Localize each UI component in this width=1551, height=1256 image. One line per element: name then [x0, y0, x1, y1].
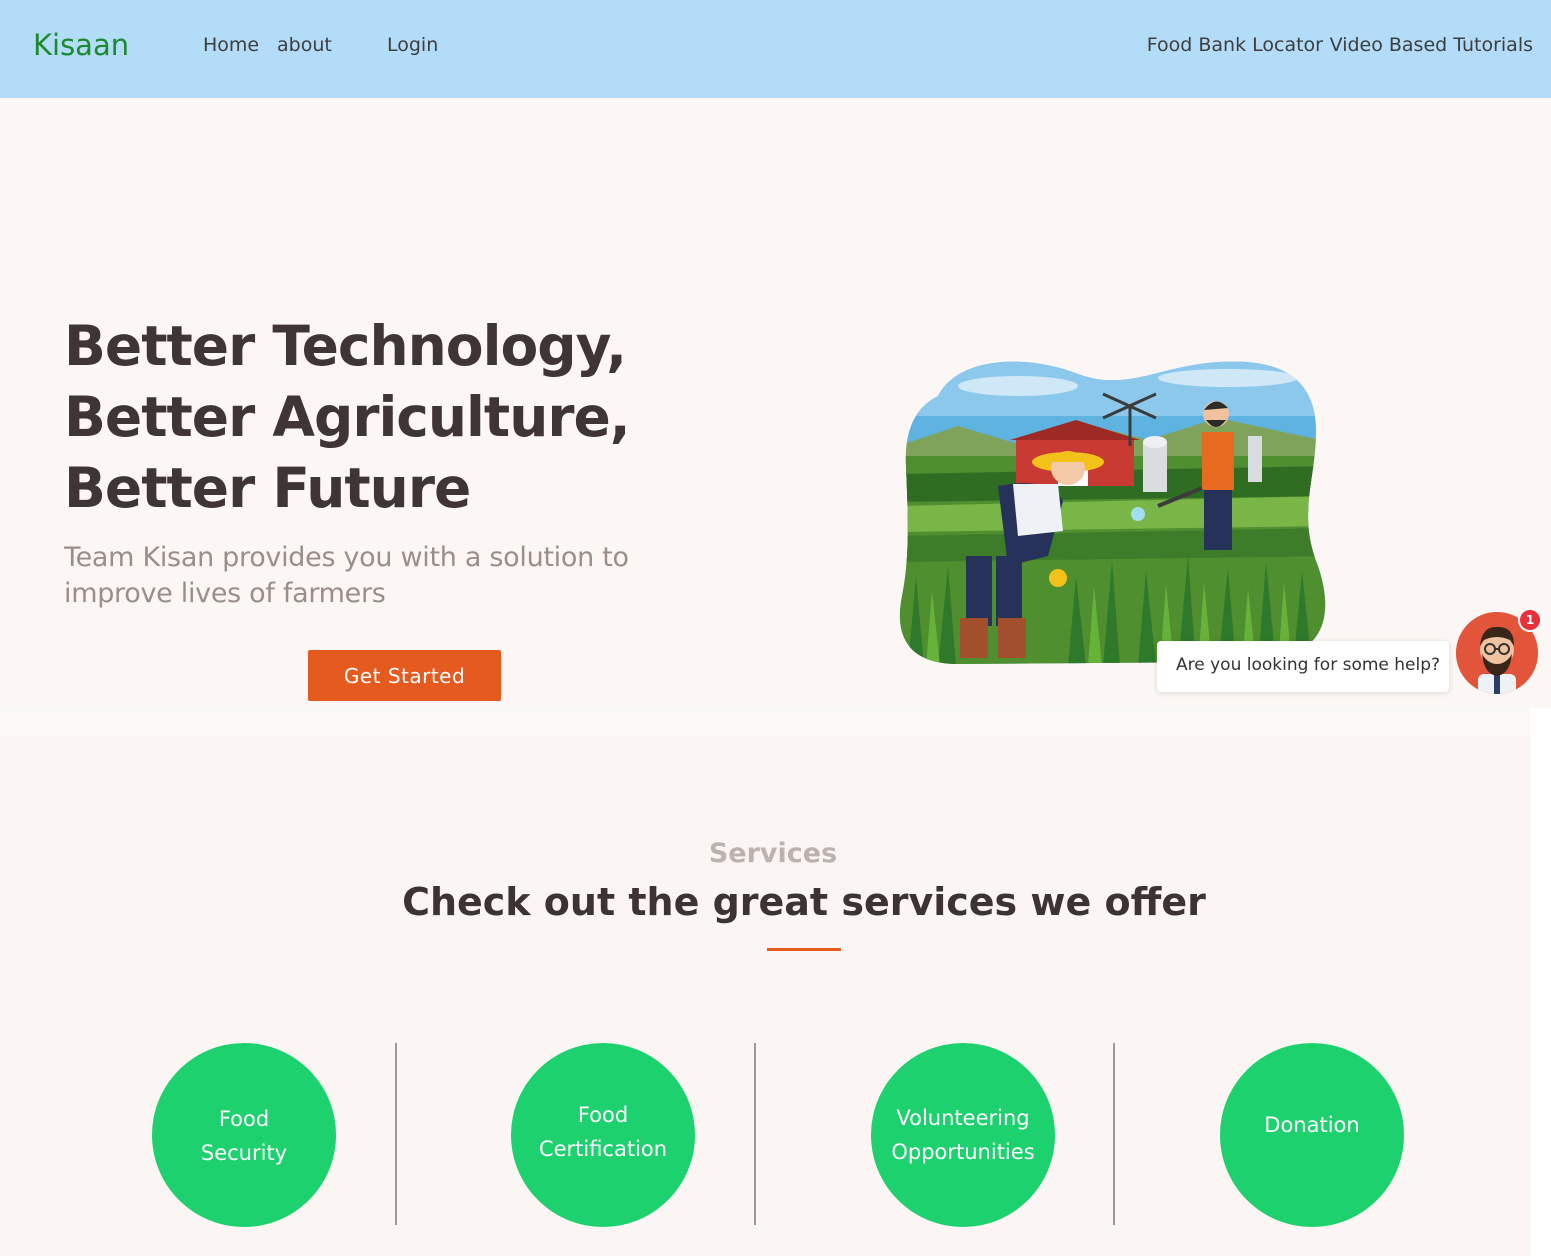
nav-home-link[interactable]: Home — [203, 34, 259, 56]
hero-subtitle: Team Kisan provides you with a solution … — [64, 542, 629, 609]
service-food-security[interactable]: Food Security — [152, 1043, 336, 1227]
hero-title-line-1: Better Technology, — [64, 314, 627, 378]
service-donation[interactable]: Donation — [1220, 1043, 1404, 1227]
service-separator — [1113, 1043, 1115, 1225]
chat-notification-badge: 1 — [1518, 608, 1542, 632]
nav-food-bank-locator-link[interactable]: Food Bank Locator — [1147, 34, 1323, 56]
hero-title-line-3: Better Future — [64, 456, 471, 520]
farmers-illustration — [899, 361, 1326, 664]
nav-about-link[interactable]: about — [277, 34, 332, 56]
service-label: Food Security — [200, 1107, 288, 1165]
top-navbar: Kisaan Home about Login Food Bank Locato… — [0, 0, 1551, 98]
nav-login-link[interactable]: Login — [387, 34, 438, 56]
service-volunteering-opportunities[interactable]: Volunteering Opportunities — [871, 1043, 1055, 1227]
services-label: Services — [708, 838, 838, 869]
hero-section: Better Technology, Better Agriculture, B… — [0, 98, 1551, 708]
section-divider — [0, 708, 1551, 736]
service-separator — [395, 1043, 397, 1225]
service-separator — [754, 1043, 756, 1225]
services-heading: Check out the great services we offer — [402, 880, 1206, 924]
service-label: Donation — [1264, 1113, 1360, 1137]
hero-title-line-2: Better Agriculture, — [64, 385, 631, 449]
nav-video-tutorials-link[interactable]: Video Based Tutorials — [1330, 34, 1533, 56]
get-started-button[interactable]: Get Started — [308, 650, 501, 701]
heading-underline — [767, 948, 841, 951]
chat-help-prompt[interactable]: Are you looking for some help? — [1157, 641, 1449, 692]
service-label: Volunteering Opportunities — [891, 1106, 1035, 1164]
service-food-certification[interactable]: Food Certification — [511, 1043, 695, 1227]
hero-title: Better Technology, Better Agriculture, B… — [64, 311, 631, 524]
brand-logo-link[interactable]: Kisaan — [33, 28, 129, 62]
service-label: Food Certification — [538, 1103, 668, 1161]
page-right-margin — [1531, 708, 1551, 1256]
services-section: Services Check out the great services we… — [0, 736, 1531, 1256]
